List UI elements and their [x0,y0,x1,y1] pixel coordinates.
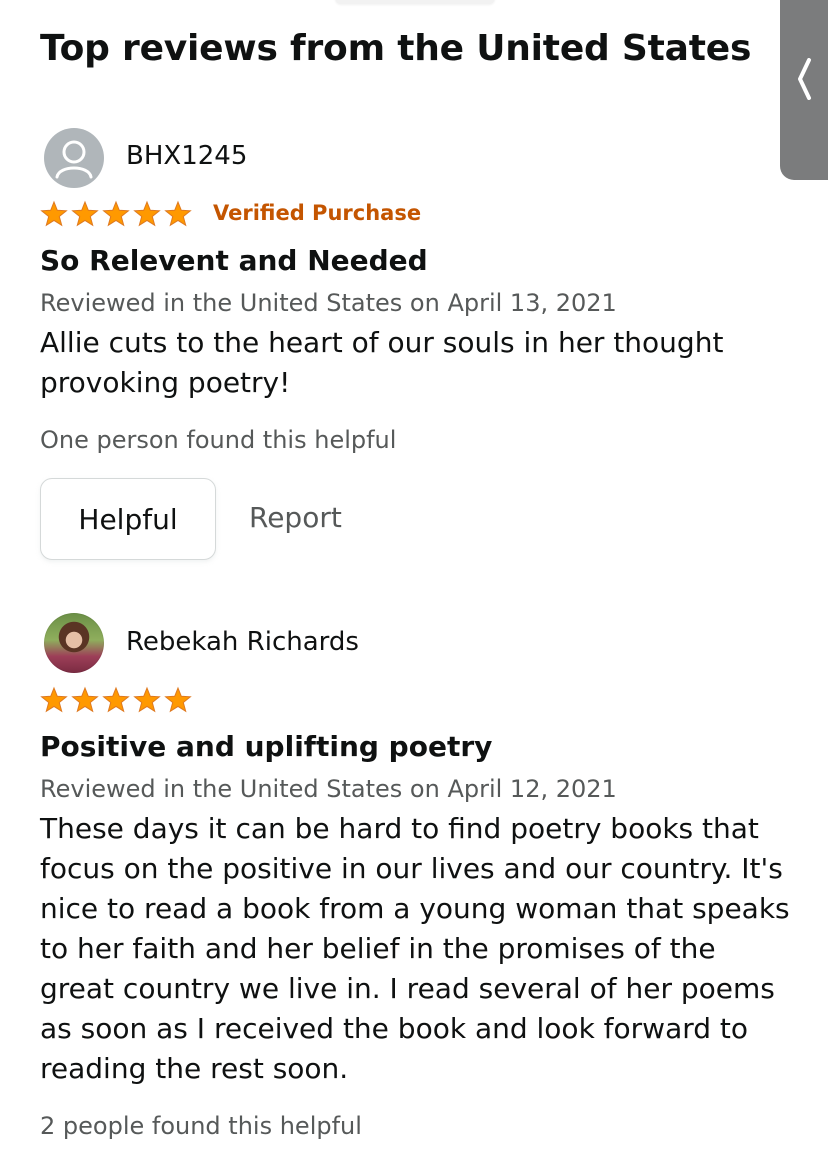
review-date: Reviewed in the United States on April 1… [40,775,617,803]
review-date: Reviewed in the United States on April 1… [40,289,617,317]
chevron-left-icon [798,58,811,100]
star-icon [71,200,99,227]
reviews-page: Top reviews from the United States BHX12… [0,0,828,1155]
reviewer-photo [44,613,104,673]
helpful-button[interactable]: Helpful [40,478,216,560]
helpful-count: One person found this helpful [40,426,397,454]
profile-silhouette-icon [55,140,93,179]
reviewer-name[interactable]: Rebekah Richards [126,627,359,657]
star-icon [40,686,68,713]
star-icon [164,686,192,713]
star-icon [102,200,130,227]
review-body: Allie cuts to the heart of our souls in … [40,326,724,399]
section-title: Top reviews from the United States [40,28,752,69]
star-rating [40,686,192,713]
review-title[interactable]: So Relevent and Needed [40,244,428,277]
star-rating [40,200,192,227]
helpful-count: 2 people found this helpful [40,1112,362,1140]
review-title[interactable]: Positive and uplifting poetry [40,730,492,763]
star-icon [40,200,68,227]
star-icon [164,200,192,227]
star-icon [102,686,130,713]
star-icon [133,200,161,227]
default-profile-icon [44,128,104,188]
report-link[interactable]: Report [249,501,342,534]
review-body: These days it can be hard to find poetry… [40,812,790,1085]
side-panel-tab[interactable] [780,0,828,180]
reviewer-name[interactable]: BHX1245 [126,141,247,171]
star-icon [133,686,161,713]
star-icon [71,686,99,713]
top-drag-handle[interactable] [335,0,495,4]
verified-purchase-badge: Verified Purchase [213,201,422,225]
